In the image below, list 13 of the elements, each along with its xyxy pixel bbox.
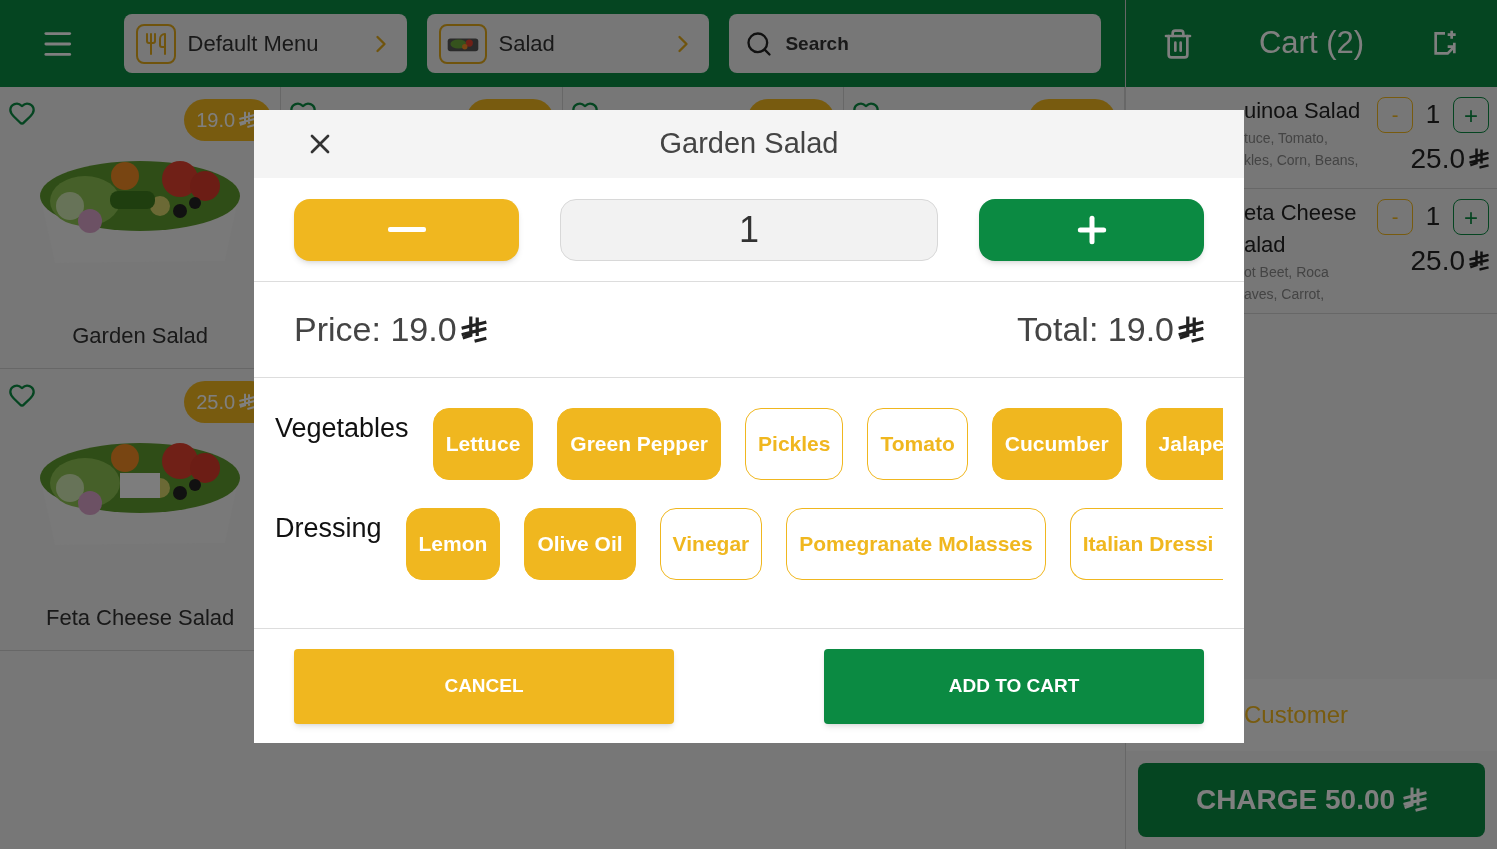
- cart-title: Cart (2): [1258, 24, 1365, 63]
- customer-label: Customer: [1244, 700, 1349, 730]
- item-name: uinoa Salad: [1244, 97, 1362, 125]
- item-price: 25.0: [1410, 142, 1465, 176]
- product-name: Garden Salad: [72, 322, 208, 350]
- dialog-title: Garden Salad: [659, 126, 839, 162]
- quantity: 1: [1424, 98, 1442, 131]
- quantity: 1: [1424, 200, 1442, 233]
- item-name: eta Cheese: [1244, 199, 1358, 227]
- price-text: Price: 19.0: [294, 309, 457, 350]
- item-name: alad: [1244, 231, 1287, 259]
- product-name: Feta Cheese Salad: [45, 604, 235, 632]
- item-price: 25.0: [1410, 244, 1465, 278]
